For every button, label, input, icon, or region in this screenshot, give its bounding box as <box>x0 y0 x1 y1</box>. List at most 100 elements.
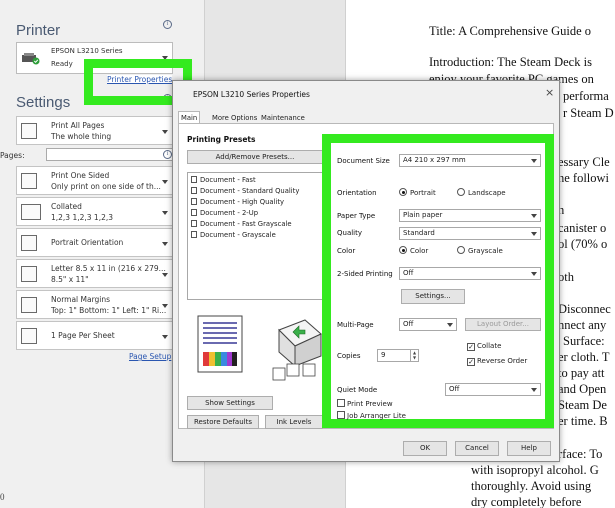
two-sided-settings-button[interactable]: Settings... <box>401 289 465 304</box>
collation-select[interactable]: Collated 1,2,3 1,2,3 1,2,3 <box>16 197 173 226</box>
info-icon[interactable]: i <box>163 20 172 29</box>
chevron-down-icon <box>162 130 168 134</box>
printer-section-title: Printer <box>16 22 61 39</box>
margins-select[interactable]: Normal Margins Top: 1" Bottom: 1" Left: … <box>16 290 173 319</box>
preset-document-icon <box>191 198 197 205</box>
show-settings-button[interactable]: Show Settings <box>187 396 273 410</box>
preset-document-icon <box>191 209 197 216</box>
orientation-icon <box>21 235 37 251</box>
add-remove-presets-button[interactable]: Add/Remove Presets... <box>187 150 323 164</box>
doc-line: dry completely before <box>471 495 582 508</box>
reverse-order-checkbox[interactable]: ✓ Reverse Order <box>467 357 527 366</box>
printer-properties-link[interactable]: Printer Properties <box>107 75 173 84</box>
print-preview-checkbox[interactable]: Print Preview <box>337 399 393 408</box>
doc-line: Introduction: The Steam Deck is <box>429 55 592 69</box>
ink-levels-button[interactable]: Ink Levels <box>265 415 323 429</box>
chevron-down-icon <box>162 242 168 246</box>
doc-line: Surface: <box>563 334 605 348</box>
two-sided-select[interactable]: Off <box>399 267 541 280</box>
doc-line: canister o <box>558 221 607 235</box>
doc-line: er time. B <box>558 414 608 428</box>
color-label: Color <box>337 247 356 255</box>
info-icon[interactable]: i <box>163 150 172 159</box>
document-size-select[interactable]: A4 210 x 297 mm <box>399 154 541 167</box>
doc-line: with isopropyl alcohol. G <box>471 463 599 477</box>
pages-input[interactable] <box>46 148 173 161</box>
printer-icon <box>22 53 40 65</box>
list-item[interactable]: Document - Fast <box>191 176 256 184</box>
doc-line: nnect any <box>558 318 607 332</box>
copies-stepper[interactable]: 9 ▲ ▼ <box>377 349 419 362</box>
sides-select[interactable]: Print One Sided Only print on one side o… <box>16 166 173 195</box>
main-tab-panel: Printing Presets Add/Remove Presets... D… <box>178 123 554 429</box>
layout-order-button[interactable]: Layout Order... <box>465 318 541 331</box>
paper-type-select[interactable]: Plain paper <box>399 209 541 222</box>
paper-size-label: Letter 8.5 x 11 in (216 x 279... <box>51 264 166 273</box>
ok-button[interactable]: OK <box>403 441 447 456</box>
list-item[interactable]: Document - High Quality <box>191 198 284 206</box>
sides-sub: Only print on one side of th... <box>51 182 161 191</box>
pages-per-sheet-icon <box>21 328 37 344</box>
print-range-select[interactable]: Print All Pages The whole thing <box>16 116 173 145</box>
list-item[interactable]: Document - Fast Grayscale <box>191 220 292 228</box>
doc-line: rface: To <box>558 447 603 461</box>
one-sided-icon <box>21 173 37 189</box>
orientation-select[interactable]: Portrait Orientation <box>16 228 173 257</box>
chevron-down-icon <box>531 272 537 276</box>
two-sided-label: 2-Sided Printing <box>337 270 393 278</box>
margins-icon <box>21 297 37 313</box>
collate-checkbox[interactable]: ✓ Collate <box>467 342 501 351</box>
doc-line: Steam De <box>558 398 607 412</box>
collation-label: Collated <box>51 202 82 211</box>
chevron-down-icon <box>531 232 537 236</box>
orientation-landscape-radio[interactable]: Landscape <box>457 188 506 197</box>
paper-size-icon <box>21 266 37 282</box>
help-button[interactable]: Help <box>507 441 551 456</box>
printer-name: EPSON L3210 Series <box>51 47 123 55</box>
printing-presets-heading: Printing Presets <box>187 135 256 144</box>
chevron-down-icon <box>162 335 168 339</box>
quiet-mode-select[interactable]: Off <box>445 383 541 396</box>
close-icon[interactable]: × <box>545 86 554 99</box>
paper-type-label: Paper Type <box>337 212 376 220</box>
collation-sub: 1,2,3 1,2,3 1,2,3 <box>51 213 114 222</box>
printer-tray-icon <box>272 319 322 381</box>
doc-line: ol (70% o <box>558 237 608 251</box>
pages-per-sheet-label: 1 Page Per Sheet <box>51 331 115 340</box>
doc-line: oth <box>558 270 574 284</box>
doc-line: Disconnec <box>558 302 611 316</box>
preset-document-icon <box>191 231 197 238</box>
chevron-down-icon <box>531 159 537 163</box>
list-item[interactable]: Document - 2-Up <box>191 209 258 217</box>
list-item[interactable]: Document - Grayscale <box>191 231 276 239</box>
color-radio[interactable]: Color <box>399 246 428 255</box>
doc-line: er cloth. T <box>558 350 610 364</box>
multi-page-select[interactable]: Off <box>399 318 457 331</box>
doc-line: essary Cle <box>558 155 610 169</box>
margins-sub: Top: 1" Bottom: 1" Left: 1" Ri... <box>51 306 167 315</box>
list-item[interactable]: Document - Standard Quality <box>191 187 299 195</box>
chevron-down-icon <box>162 304 168 308</box>
sides-label: Print One Sided <box>51 171 110 180</box>
printer-status: Ready <box>51 60 73 68</box>
restore-defaults-button[interactable]: Restore Defaults <box>187 415 259 429</box>
quality-select[interactable]: Standard <box>399 227 541 240</box>
doc-line: Title: A Comprehensive Guide o <box>429 24 592 38</box>
print-range-label: Print All Pages <box>51 121 105 130</box>
cancel-button[interactable]: Cancel <box>455 441 499 456</box>
paper-size-select[interactable]: Letter 8.5 x 11 in (216 x 279... 8.5" x … <box>16 259 173 288</box>
orientation-portrait-radio[interactable]: Portrait <box>399 188 436 197</box>
pages-per-sheet-select[interactable]: 1 Page Per Sheet <box>16 321 173 350</box>
printer-properties-dialog: EPSON L3210 Series Properties × Main Mor… <box>172 80 560 462</box>
job-arranger-lite-checkbox[interactable]: Job Arranger Lite <box>337 411 406 420</box>
quiet-mode-label: Quiet Mode <box>337 386 378 394</box>
pages-label: Pages: <box>0 151 25 160</box>
preset-document-icon <box>191 220 197 227</box>
collated-icon <box>21 204 41 220</box>
preset-document-icon <box>191 187 197 194</box>
doc-line: and Open <box>558 382 607 396</box>
page-setup-link[interactable]: Page Setup <box>129 352 171 361</box>
print-settings-group: Document Size A4 210 x 297 mm Orientatio… <box>331 143 545 420</box>
document-size-label: Document Size <box>337 157 390 165</box>
grayscale-radio[interactable]: Grayscale <box>457 246 503 255</box>
